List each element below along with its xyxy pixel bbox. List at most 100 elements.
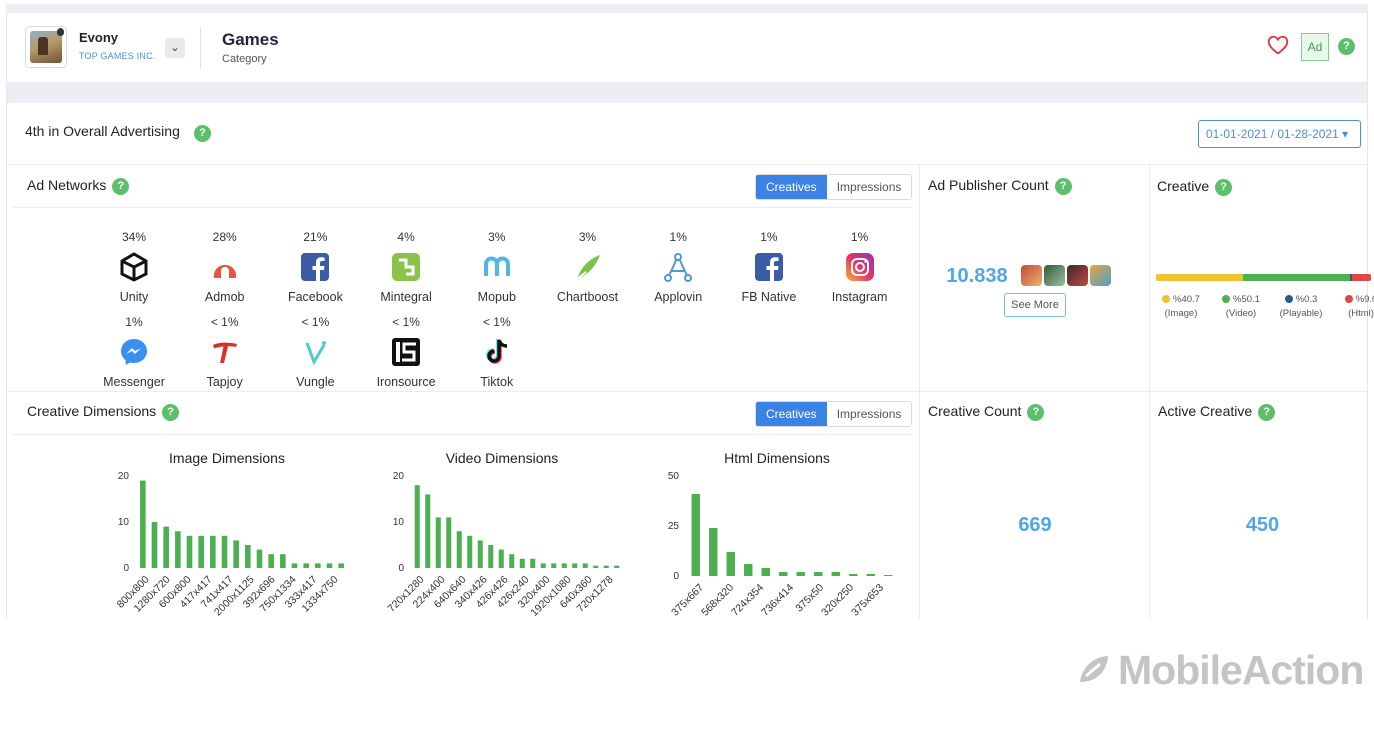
chart-bar[interactable]	[414, 485, 420, 568]
impressions-tab[interactable]: Impressions	[826, 175, 912, 199]
legend-label: (Html)	[1348, 308, 1374, 319]
chart-bar[interactable]	[761, 568, 770, 576]
chart-bar[interactable]	[614, 565, 620, 568]
chart-bar[interactable]	[303, 563, 309, 568]
chart-bar[interactable]	[198, 535, 204, 568]
chart-bar[interactable]	[221, 535, 228, 568]
chart-bar[interactable]	[233, 540, 239, 568]
header-help-icon[interactable]: ?	[1338, 38, 1355, 55]
chart-bar[interactable]	[315, 563, 321, 568]
ad-network-messenger[interactable]: 1% Messenger	[89, 315, 179, 389]
chart-bar[interactable]	[603, 565, 609, 568]
chart-bar[interactable]	[593, 565, 599, 568]
ad-network-chartboost[interactable]: 3% Chartboost	[543, 230, 633, 304]
ad-network-percent: 3%	[578, 230, 597, 244]
creative-count-help-icon[interactable]: ?	[1027, 403, 1045, 421]
chart-bar[interactable]	[572, 563, 578, 568]
chart-bar[interactable]	[326, 563, 333, 568]
chart-bar[interactable]	[280, 554, 286, 568]
chart-bar[interactable]	[446, 517, 452, 568]
chart-bar[interactable]	[210, 535, 216, 568]
chart-bar[interactable]	[866, 574, 875, 576]
chart-bar[interactable]	[291, 563, 298, 568]
chart-bar[interactable]	[425, 494, 431, 568]
chart-bar[interactable]	[530, 558, 536, 568]
chart-bar[interactable]	[435, 517, 441, 568]
creatives-tab[interactable]: Creatives	[756, 402, 827, 426]
app-developer[interactable]: TOP GAMES INC.	[79, 51, 155, 61]
chart-bar[interactable]	[467, 535, 473, 568]
rank-help-icon[interactable]: ?	[194, 125, 211, 142]
chart-bar[interactable]	[151, 522, 158, 568]
app-icon[interactable]	[25, 26, 67, 68]
creative-bar-segment[interactable]	[1242, 274, 1350, 281]
chart-bar[interactable]	[256, 549, 263, 568]
publisher-app-icon[interactable]	[1067, 265, 1088, 286]
ad-network-facebook[interactable]: 21% Facebook	[270, 230, 360, 304]
chart-bar[interactable]	[519, 558, 525, 568]
creative-dimensions-help-icon[interactable]: ?	[162, 403, 180, 421]
chart-bar[interactable]	[884, 575, 893, 576]
ad-network-unity[interactable]: 34% Unity	[89, 230, 179, 304]
chart-bar[interactable]	[509, 554, 515, 568]
publisher-app-icon[interactable]	[1021, 265, 1042, 286]
chart-bar[interactable]	[726, 552, 735, 576]
chart-bar[interactable]	[849, 574, 858, 576]
ad-network-mintegral[interactable]: 4% Mintegral	[361, 230, 451, 304]
chart-bar[interactable]	[582, 563, 588, 568]
ad-network-instagram[interactable]: 1% Instagram	[815, 230, 905, 304]
ad-badge[interactable]: Ad	[1301, 33, 1329, 61]
x-tick-label: 736x414	[759, 582, 796, 619]
legend-label: (Playable)	[1279, 308, 1323, 319]
chart-bar[interactable]	[175, 531, 181, 568]
ad-network-ironsource[interactable]: < 1% Ironsource	[361, 315, 451, 389]
chart-bar[interactable]	[456, 531, 462, 568]
chart-bar[interactable]	[338, 563, 344, 568]
active-creative-help-icon[interactable]: ?	[1258, 403, 1276, 421]
chart-bar[interactable]	[245, 545, 251, 568]
ad-network-fb-native[interactable]: 1% FB Native	[724, 230, 814, 304]
chart-bar[interactable]	[709, 528, 718, 576]
ad-network-name: Ironsource	[376, 375, 436, 389]
chart-bar[interactable]	[163, 526, 169, 568]
ad-publisher-help-icon[interactable]: ?	[1054, 177, 1072, 195]
chart-bar[interactable]	[779, 572, 788, 576]
publisher-app-icon[interactable]	[1090, 265, 1111, 286]
chart-bar[interactable]	[268, 554, 274, 568]
creative-legend-item: %50.1 (Video)	[1212, 293, 1270, 321]
publisher-app-icon[interactable]	[1044, 265, 1065, 286]
favorite-heart-icon[interactable]	[1267, 35, 1289, 57]
chart-bar[interactable]	[831, 572, 840, 576]
chart-bar[interactable]	[691, 494, 700, 576]
ad-network-admob[interactable]: 28% Admob	[180, 230, 270, 304]
mobileaction-logo-icon	[1080, 656, 1108, 682]
creative-bar-segment[interactable]	[1351, 274, 1371, 281]
chart-bar[interactable]	[140, 480, 146, 568]
ad-network-tapjoy[interactable]: < 1% Tapjoy	[180, 315, 270, 389]
see-more-button[interactable]: See More	[1004, 293, 1066, 317]
x-tick-label: 320x250	[819, 582, 856, 619]
chart-bar[interactable]	[498, 549, 504, 568]
chart-bar[interactable]	[561, 563, 567, 568]
creative-bar-segment[interactable]	[1156, 274, 1243, 281]
chart-bar[interactable]	[814, 572, 823, 576]
active-creative-title-text: Active Creative	[1158, 403, 1253, 419]
ad-network-vungle[interactable]: < 1% Vungle	[270, 315, 360, 389]
chart-bar[interactable]	[477, 540, 483, 568]
chart-bar[interactable]	[186, 535, 193, 568]
ad-network-tiktok[interactable]: < 1% Tiktok	[452, 315, 542, 389]
chart-bar[interactable]	[744, 564, 753, 576]
chart-bar[interactable]	[551, 563, 557, 568]
ad-network-name: Vungle	[296, 375, 335, 389]
chart-bar[interactable]	[796, 572, 805, 576]
app-dropdown-button[interactable]: ⌄	[165, 38, 185, 58]
chart-bar[interactable]	[540, 563, 546, 568]
date-range-picker[interactable]: 01-01-2021 / 01-28-2021 ▾	[1198, 120, 1361, 148]
creative-help-icon[interactable]: ?	[1215, 178, 1233, 196]
ad-networks-help-icon[interactable]: ?	[112, 177, 130, 195]
chart-bar[interactable]	[488, 545, 494, 568]
creatives-tab[interactable]: Creatives	[756, 175, 827, 199]
ad-network-mopub[interactable]: 3% Mopub	[452, 230, 542, 304]
impressions-tab[interactable]: Impressions	[826, 402, 912, 426]
ad-network-applovin[interactable]: 1% Applovin	[633, 230, 723, 304]
